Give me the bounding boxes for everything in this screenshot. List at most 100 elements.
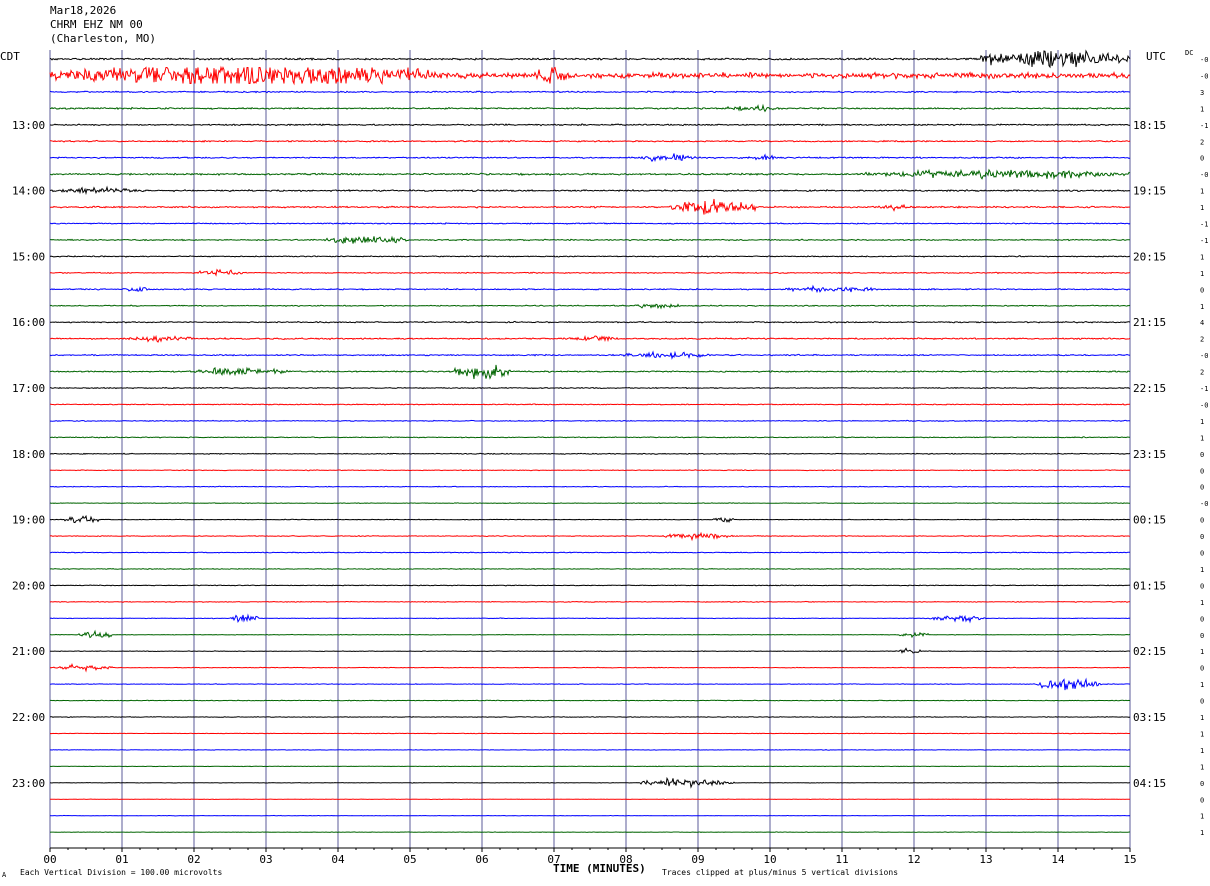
x-tick-label: 06 (475, 853, 488, 866)
dc-offset-label: 1 (1200, 418, 1204, 426)
dc-offset-label: 0 (1200, 484, 1204, 492)
right-hour-label: 03:15 (1133, 711, 1166, 724)
seismic-trace (49, 600, 1131, 603)
dc-offset-label: 2 (1200, 138, 1204, 146)
dc-offset-label: -0 (1200, 500, 1208, 508)
seismic-trace (49, 551, 1131, 554)
seismic-trace (49, 629, 1131, 639)
left-hour-label: 21:00 (12, 645, 45, 658)
x-tick-label: 04 (331, 853, 345, 866)
seismic-trace (49, 749, 1131, 751)
dc-offset-label: 0 (1200, 451, 1204, 459)
dc-offset-label: 2 (1200, 336, 1204, 344)
dc-offset-label: 1 (1200, 188, 1204, 196)
seismic-trace (49, 677, 1131, 691)
right-hour-label: 20:15 (1133, 250, 1166, 263)
seismic-trace (49, 485, 1131, 488)
dc-offset-label: 1 (1200, 747, 1204, 755)
seismic-trace (50, 334, 1131, 343)
dc-offset-label: 1 (1200, 813, 1204, 821)
dc-offset-label: -0 (1200, 56, 1208, 64)
seismic-trace (49, 469, 1131, 472)
seismic-trace (49, 103, 1131, 113)
left-hour-label: 14:00 (12, 185, 45, 198)
dc-offset-label: 1 (1200, 566, 1204, 574)
left-hour-label: 22:00 (12, 711, 45, 724)
seismic-trace (49, 419, 1131, 423)
seismic-trace (49, 765, 1130, 768)
seismic-trace (49, 514, 1130, 524)
dc-offset-label: 0 (1200, 582, 1204, 590)
xaxis-title: TIME (MINUTES) (553, 862, 646, 875)
x-tick-label: 01 (115, 853, 128, 866)
dc-offset-label: 0 (1200, 632, 1204, 640)
x-tick-label: 00 (43, 853, 56, 866)
x-tick-label: 02 (187, 853, 200, 866)
seismic-trace (49, 613, 1131, 624)
dc-offset-label: 1 (1200, 270, 1204, 278)
seismic-trace (49, 153, 1131, 163)
seismic-trace (49, 436, 1131, 439)
seismic-trace (49, 139, 1131, 143)
right-hour-label: 21:15 (1133, 316, 1166, 329)
dc-offset-label: 1 (1200, 648, 1204, 656)
dc-offset-label: 1 (1200, 253, 1204, 261)
seismic-trace (49, 350, 1131, 360)
seismic-trace (49, 716, 1131, 718)
dc-offset-label: 0 (1200, 467, 1204, 475)
seismic-trace (49, 49, 1131, 69)
x-tick-label: 13 (979, 853, 992, 866)
seismic-trace (49, 303, 1131, 310)
dc-offset-label: 0 (1200, 698, 1204, 706)
left-hour-label: 19:00 (12, 514, 45, 527)
seismic-trace (50, 798, 1131, 801)
seismic-trace (49, 386, 1130, 390)
seismic-trace (50, 320, 1131, 324)
dc-offset-label: 1 (1200, 681, 1204, 689)
dc-offset-label: -1 (1200, 237, 1208, 245)
dc-offset-label: -1 (1200, 122, 1208, 130)
seismic-trace (49, 584, 1131, 587)
seismic-trace (49, 65, 1131, 86)
left-hour-label: 15:00 (12, 250, 45, 263)
right-hour-label: 02:15 (1133, 645, 1166, 658)
dc-offset-label: 0 (1200, 286, 1204, 294)
seismic-trace (50, 168, 1131, 180)
dc-offset-label: -0 (1200, 72, 1208, 80)
scale-note: Each Vertical Division = 100.00 microvol… (20, 868, 223, 877)
left-hour-label: 18:00 (12, 448, 45, 461)
seismic-trace (49, 268, 1131, 277)
dc-offset-label: -0 (1200, 352, 1208, 360)
seismic-trace (49, 662, 1131, 673)
seismic-trace (49, 814, 1131, 817)
dc-offset-label: 1 (1200, 829, 1204, 837)
dc-offset-label: 1 (1200, 303, 1204, 311)
seismic-trace (49, 502, 1131, 505)
left-hour-label: 20:00 (12, 579, 45, 592)
dc-offset-label: 1 (1200, 204, 1204, 212)
seismic-trace (49, 284, 1131, 294)
seismic-trace (49, 531, 1131, 542)
dc-offset-label: 0 (1200, 517, 1204, 525)
x-tick-label: 05 (403, 853, 416, 866)
dc-offset-label: 0 (1200, 615, 1204, 623)
helicorder-plot: 13:00 14:00 15:00 16:00 17:00 18:00 19:00 20:00… (12, 49, 1208, 866)
seismic-trace (50, 699, 1131, 702)
seismic-trace (49, 403, 1131, 406)
x-tick-label: 15 (1123, 853, 1136, 866)
dc-offset-label: 0 (1200, 796, 1204, 804)
x-tick-label: 12 (907, 853, 920, 866)
dc-offset-label: 0 (1200, 550, 1204, 558)
right-hour-label: 23:15 (1133, 448, 1166, 461)
dc-offset-label: 2 (1200, 369, 1204, 377)
clip-note: Traces clipped at plus/minus 5 vertical … (662, 868, 899, 877)
right-hour-label: 22:15 (1133, 382, 1166, 395)
seismic-trace (49, 567, 1131, 571)
dc-offset-label: 4 (1200, 319, 1204, 327)
dc-offset-label: -0 (1200, 401, 1208, 409)
right-hour-label: 18:15 (1133, 119, 1166, 132)
dc-offset-label: 1 (1200, 730, 1204, 738)
corner-mark: A (2, 871, 7, 879)
seismic-trace (49, 90, 1131, 94)
seismic-trace (49, 185, 1131, 196)
